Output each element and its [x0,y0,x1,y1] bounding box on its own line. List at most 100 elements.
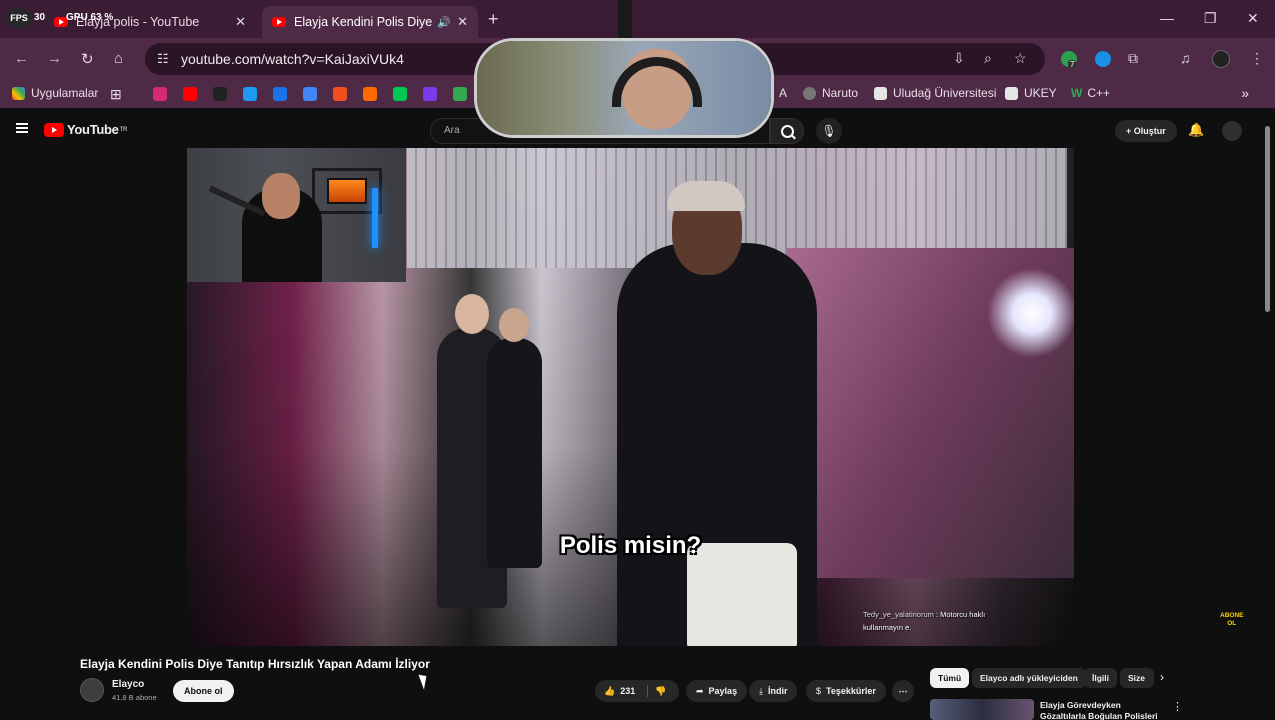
notifications-bell-icon[interactable]: 🔔 [1188,122,1204,138]
tab-current-video[interactable]: Elayja Kendini Polis Diye Tanıtıp 🔊 ✕ [262,6,478,38]
youtube-play-icon [44,122,64,137]
chevron-right-icon[interactable]: › [1160,670,1164,684]
menu-dots-icon[interactable]: ⋮ [1250,50,1264,67]
streamer-webcam-inset [187,148,406,282]
share-button[interactable]: ➦ Paylaş [686,680,748,702]
thumbs-down-icon: 👎 [655,686,667,696]
chip-for-you[interactable]: Size [1120,668,1154,688]
fps-counter-badge: FPS [6,8,32,28]
video-subtitle: Polis misin? [559,532,702,559]
like-dislike-group: 👍 231 👎 [595,680,679,702]
youtube-logo[interactable]: YouTube TR [44,122,127,137]
video-title: Elayja Kendini Polis Diye Tanıtıp Hırsız… [80,657,430,671]
home-icon[interactable]: ⌂ [114,50,123,67]
dislike-button[interactable]: 👎 [655,680,666,702]
recommendation-menu-icon[interactable]: ⋮ [1172,700,1183,713]
logo-region: TR [119,126,128,133]
minimize-icon[interactable]: — [1160,10,1174,26]
youtube-avatar[interactable] [1222,121,1242,141]
thumbs-up-icon: 👍 [604,686,616,696]
channel-name[interactable]: Elayco [112,679,144,690]
youtube-favicon-icon [272,17,286,27]
hamburger-menu-icon[interactable] [16,123,28,133]
bookmark-favicon-icon[interactable] [423,87,437,101]
download-icon: ⤓ [759,686,763,696]
logo-text: YouTube [67,122,119,137]
bookmark-a[interactable]: A [779,86,787,100]
download-button[interactable]: ⤓ İndir [749,680,798,702]
bookmark-favicon-icon[interactable] [153,87,167,101]
bookmark-uludag[interactable]: Uludağ Üniversitesi [874,86,996,100]
thanks-button[interactable]: $ Teşekkürler [806,680,886,702]
forward-icon[interactable]: → [47,50,62,67]
chat-overlay: Tedy_ye_yalatiriorum : Motorcu haklı kul… [863,608,1013,634]
bookmark-favicon-icon[interactable] [333,87,347,101]
bookmark-cpp[interactable]: W C++ [1071,86,1110,100]
bookmark-favicon-icon[interactable] [303,87,317,101]
media-control-icon[interactable]: ♫ [1180,50,1191,66]
microphone-icon[interactable]: 🎙 [816,118,842,144]
recommendation-title[interactable]: Elayja Görevdeyken Gözaltılarla Boğulan … [1040,700,1165,720]
man-foreground-figure [617,181,817,646]
more-bookmarks-icon[interactable]: » [1241,85,1249,101]
close-tab-icon[interactable]: ✕ [457,14,468,30]
search-button[interactable] [770,118,804,144]
naruto-icon [803,86,816,100]
channel-avatar[interactable] [80,678,104,702]
bookmark-favicon-icon[interactable] [273,87,287,101]
bookmark-favicon-icon[interactable] [363,87,377,101]
browser-tab-bar: FPS 30 Elayja polis - YouTube ✕ GPU 63 %… [0,0,1275,38]
page-icon [874,86,887,100]
gpu-usage-overlay: GPU 63 % [66,12,114,23]
extensions-puzzle-icon[interactable]: ⧉ [1128,50,1138,67]
webcam-mirror-overlay [474,38,774,138]
share-icon: ➦ [696,686,704,696]
recommendation-thumbnail[interactable] [930,699,1034,720]
fireplace [327,178,367,204]
zoom-icon[interactable]: ⌕ [984,50,992,67]
chip-related[interactable]: İlgili [1084,668,1117,688]
mirror-stem [618,0,632,42]
bookmark-favicon-icon[interactable] [213,87,227,101]
bookmark-favicon-icon[interactable] [183,87,197,101]
chip-all[interactable]: Tümü [930,668,970,688]
subscriber-count: 41,8 B abone [112,693,157,702]
apps-label: Uygulamalar [31,86,99,100]
scroll-thumb[interactable] [1265,126,1270,312]
chat-username: Tedy_ye_yalatiriorum [863,610,934,619]
page-icon [1005,86,1018,100]
speaker-icon[interactable]: 🔊 [437,16,451,29]
reload-icon[interactable]: ↻ [81,50,94,68]
apps-grid-icon [12,86,25,100]
bookmark-naruto[interactable]: Naruto [803,86,858,100]
chip-from-uploader[interactable]: Elayco adlı yükleyiciden [972,668,1086,688]
new-tab-icon[interactable]: + [488,9,499,30]
close-window-icon[interactable]: ✕ [1247,10,1259,27]
like-button[interactable]: 👍 231 [604,680,635,702]
mouse-cursor [418,672,431,690]
site-info-icon[interactable]: ☷ [157,51,169,67]
extension-blue-icon[interactable] [1095,51,1111,67]
subscribe-button[interactable]: Abone ol [173,680,234,702]
page-scrollbar[interactable] [1263,112,1271,720]
subscribe-reminder-badge: ABONE OL [1220,612,1244,627]
close-tab-icon[interactable]: ✕ [235,14,246,30]
url-text: youtube.com/watch?v=KaiJaxiVUk4 [181,51,404,67]
bookmark-ukey[interactable]: UKEY [1005,86,1057,100]
more-actions-button[interactable]: ⋯ [892,680,914,702]
back-icon[interactable]: ← [14,50,29,67]
w-icon: W [1071,86,1083,100]
search-placeholder: Ara [444,125,460,136]
bookmark-favicon-icon[interactable] [453,87,467,101]
bookmark-star-icon[interactable]: ☆ [1014,50,1027,67]
apps-bookmark[interactable]: Uygulamalar [12,86,98,100]
grid-icon[interactable]: ⊞ [110,86,122,103]
bookmark-favicon-icon[interactable] [393,87,407,101]
install-app-icon[interactable]: ⇩ [953,50,965,67]
extension-badge: 7 [1068,60,1077,69]
restore-icon[interactable]: ❐ [1204,10,1217,27]
bookmark-favicon-icon[interactable] [243,87,257,101]
profile-avatar[interactable] [1212,50,1230,68]
create-button[interactable]: + Oluştur [1115,120,1177,142]
video-player[interactable]: Polis misin? Tedy_ye_yalatiriorum : Moto… [187,148,1074,646]
